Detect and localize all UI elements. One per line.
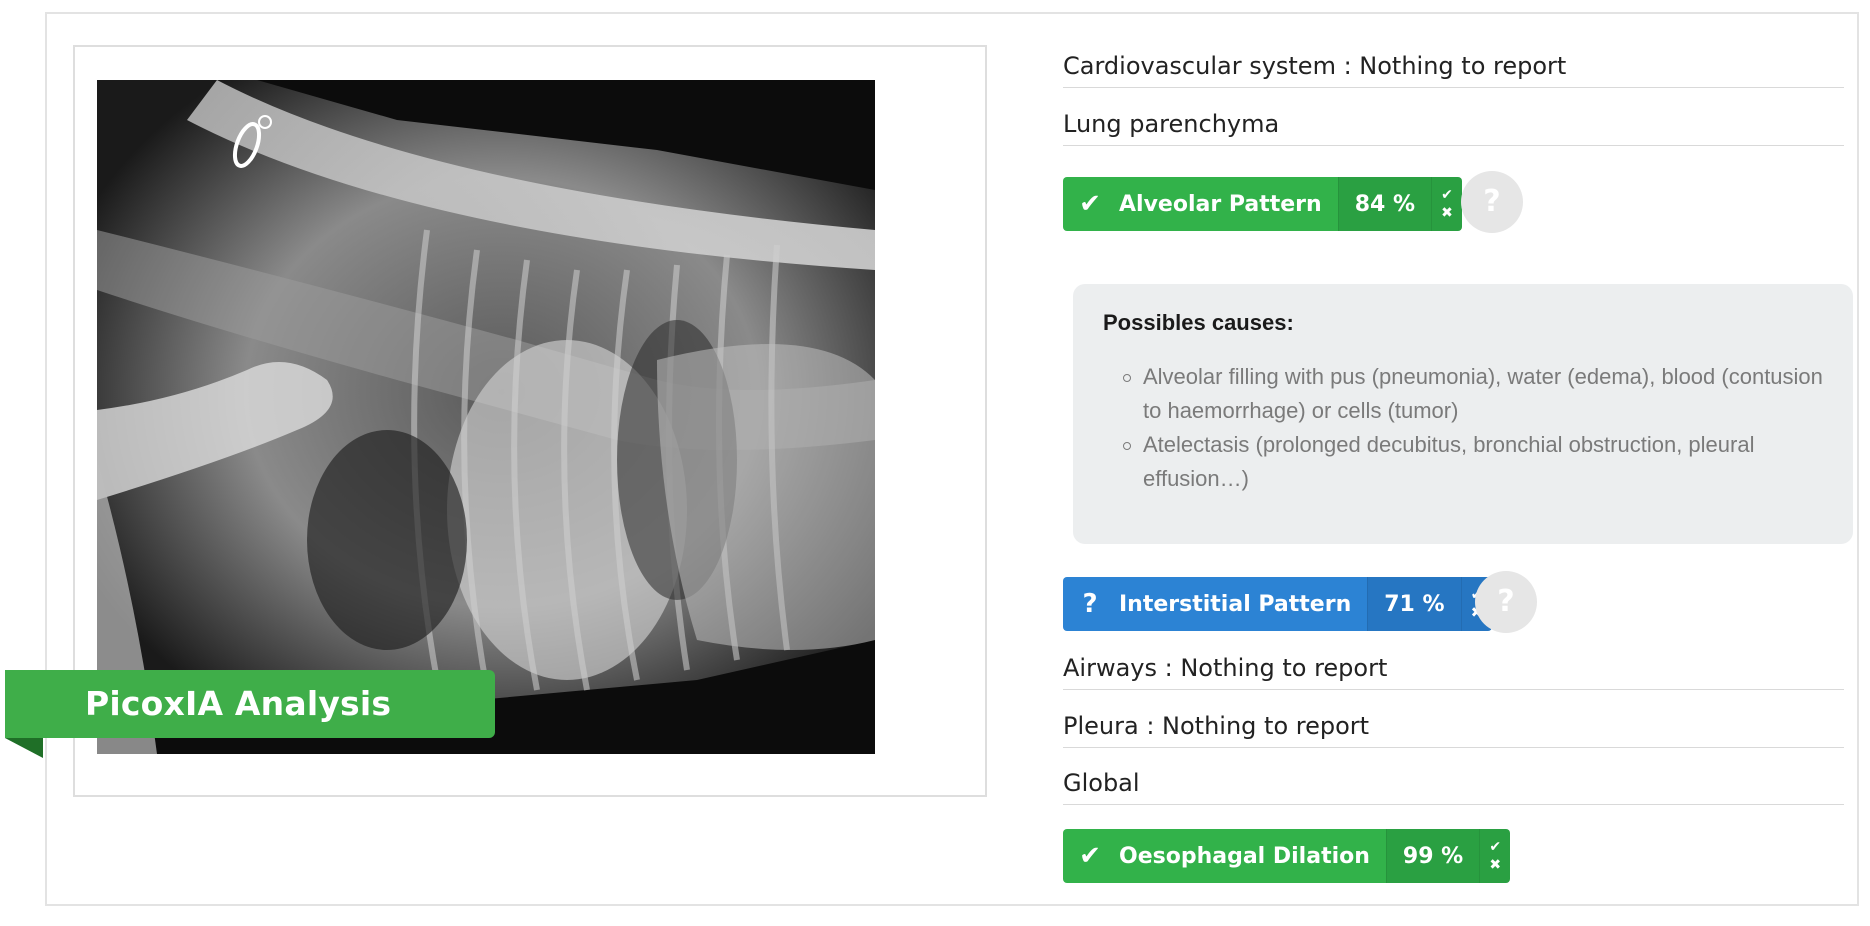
- section-pleura: Pleura : Nothing to report: [1063, 704, 1844, 748]
- radiograph-image: [97, 80, 875, 754]
- finding-alveolar-pattern: ✔ Alveolar Pattern 84 % ✔ ✖: [1063, 177, 1463, 231]
- finding-label: Interstitial Pattern: [1119, 591, 1352, 617]
- check-icon: ✔: [1079, 841, 1101, 871]
- finding-label-area[interactable]: ✔ Alveolar Pattern: [1063, 177, 1338, 231]
- section-cardiovascular: Cardiovascular system : Nothing to repor…: [1063, 44, 1844, 88]
- banner-title: PicoxIA Analysis: [85, 684, 392, 723]
- cause-item: Atelectasis (prolonged decubitus, bronch…: [1123, 428, 1823, 496]
- section-airways: Airways : Nothing to report: [1063, 646, 1844, 690]
- analysis-banner: PicoxIA Analysis: [5, 670, 495, 738]
- finding-percent: 84 %: [1337, 177, 1432, 231]
- finding-actions: ✔ ✖: [1479, 829, 1511, 883]
- help-button-interstitial[interactable]: ?: [1475, 571, 1537, 633]
- finding-percent: 99 %: [1385, 829, 1480, 883]
- confirm-icon[interactable]: ✔: [1441, 186, 1453, 204]
- section-global: Global: [1063, 761, 1844, 805]
- causes-list: Alveolar filling with pus (pneumonia), w…: [1103, 360, 1823, 496]
- finding-actions: ✔ ✖: [1431, 177, 1463, 231]
- finding-percent: 71 %: [1367, 577, 1461, 631]
- finding-oesophagal-dilation: ✔ Oesophagal Dilation 99 % ✔ ✖: [1063, 829, 1511, 883]
- reject-icon[interactable]: ✖: [1489, 856, 1501, 874]
- help-button-alveolar[interactable]: ?: [1461, 171, 1523, 233]
- finding-label-area[interactable]: ✔ Oesophagal Dilation: [1063, 829, 1386, 883]
- possible-causes-panel: Possibles causes: Alveolar filling with …: [1073, 284, 1853, 544]
- finding-label: Alveolar Pattern: [1119, 191, 1322, 217]
- reject-icon[interactable]: ✖: [1441, 204, 1453, 222]
- cause-item: Alveolar filling with pus (pneumonia), w…: [1123, 360, 1823, 428]
- question-icon: ?: [1082, 589, 1098, 619]
- finding-label: Oesophagal Dilation: [1119, 843, 1370, 869]
- banner-fold: [5, 738, 43, 758]
- confirm-icon[interactable]: ✔: [1489, 838, 1501, 856]
- section-lung-parenchyma: Lung parenchyma: [1063, 102, 1844, 146]
- causes-title: Possibles causes:: [1103, 310, 1294, 335]
- finding-label-area[interactable]: ? Interstitial Pattern: [1063, 577, 1368, 631]
- finding-interstitial-pattern: ? Interstitial Pattern 71 % ✔ ✖: [1063, 577, 1492, 631]
- check-icon: ✔: [1079, 189, 1101, 219]
